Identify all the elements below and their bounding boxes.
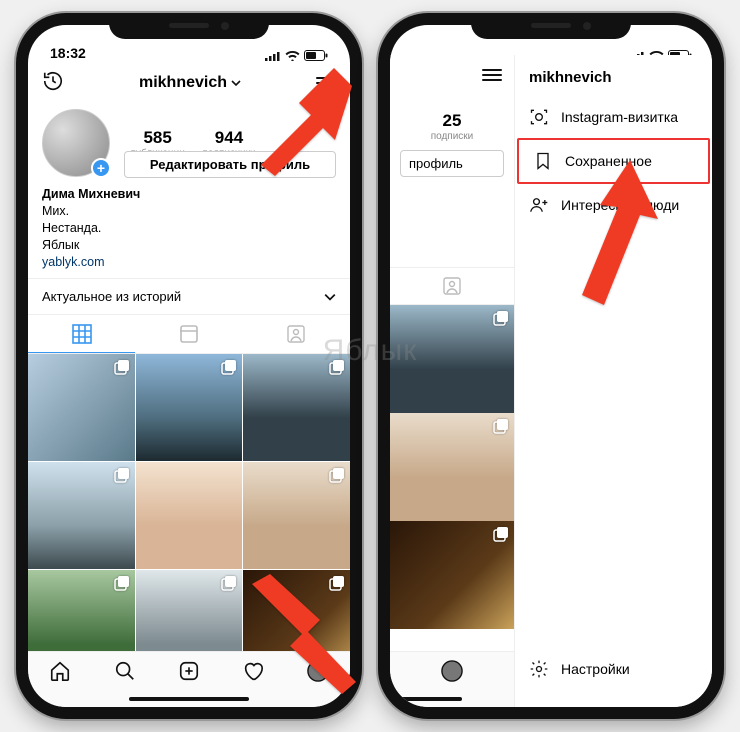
stat-num: 25 xyxy=(390,111,514,131)
feed-icon xyxy=(180,325,198,343)
bio-line1: Мих. xyxy=(42,203,336,220)
nav-search[interactable] xyxy=(114,660,136,687)
tab-grid[interactable] xyxy=(28,315,135,353)
profile-bio: Дима Михневич Мих. Нестанда. Яблык yably… xyxy=(28,184,350,278)
profile-tabs xyxy=(28,314,350,354)
menu-label: Настройки xyxy=(561,661,630,677)
menu-button[interactable] xyxy=(482,66,502,84)
menu-label: Instagram-визитка xyxy=(561,109,678,125)
carousel-icon xyxy=(329,359,345,375)
annotation-arrow xyxy=(232,568,362,698)
annotation-arrow xyxy=(570,155,700,315)
carousel-icon xyxy=(221,359,237,375)
notch xyxy=(471,13,631,39)
tab-tagged[interactable] xyxy=(390,267,514,305)
carousel-icon xyxy=(329,467,345,483)
home-indicator xyxy=(392,697,462,701)
post-thumbnail[interactable] xyxy=(243,462,350,569)
side-menu: mikhnevich Instagram-визитка Сохраненное… xyxy=(514,55,712,707)
nav-home[interactable] xyxy=(49,660,71,687)
carousel-icon xyxy=(493,526,509,542)
bio-line3: Яблык xyxy=(42,237,336,254)
carousel-icon xyxy=(114,575,130,591)
stat-posts-num: 585 xyxy=(122,128,193,148)
tab-feed[interactable] xyxy=(135,315,242,353)
home-indicator xyxy=(129,697,249,701)
post-thumbnail[interactable] xyxy=(136,462,243,569)
carousel-icon xyxy=(493,310,509,326)
search-icon xyxy=(114,660,136,682)
post-thumbnail[interactable] xyxy=(390,521,514,629)
status-time: 18:32 xyxy=(50,45,86,61)
stat-label: подписки xyxy=(390,131,514,142)
nav-profile[interactable] xyxy=(441,660,463,687)
gear-icon xyxy=(529,659,549,679)
tab-tagged[interactable] xyxy=(243,315,350,353)
post-thumbnail[interactable] xyxy=(390,305,514,413)
post-thumbnail[interactable] xyxy=(28,462,135,569)
story-highlights-toggle[interactable]: Актуальное из историй xyxy=(28,278,350,314)
bio-link[interactable]: yablyk.com xyxy=(42,254,336,271)
nametag-icon xyxy=(529,107,549,127)
annotation-arrow xyxy=(239,58,359,178)
tagged-icon xyxy=(287,325,305,343)
add-story-icon[interactable]: + xyxy=(91,158,111,178)
bottom-nav xyxy=(390,651,514,707)
post-thumbnail[interactable] xyxy=(136,354,243,461)
carousel-icon xyxy=(493,418,509,434)
username-dropdown[interactable]: mikhnevich xyxy=(139,74,241,92)
avatar[interactable]: + xyxy=(42,109,110,177)
carousel-icon xyxy=(114,359,130,375)
profile-partial: 25 подписки профиль xyxy=(390,55,514,651)
grid-icon xyxy=(72,324,92,344)
carousel-icon xyxy=(114,467,130,483)
nav-add[interactable] xyxy=(178,660,200,687)
archive-icon[interactable] xyxy=(42,70,64,97)
bio-name: Дима Михневич xyxy=(42,186,336,203)
bookmark-icon xyxy=(533,151,553,171)
tagged-icon xyxy=(443,277,461,295)
post-thumbnail[interactable] xyxy=(28,354,135,461)
username-text: mikhnevich xyxy=(139,74,227,92)
home-icon xyxy=(49,660,71,682)
post-thumbnail[interactable] xyxy=(390,413,514,521)
profile-avatar-icon xyxy=(441,660,463,682)
add-icon xyxy=(178,660,200,682)
phone-right: 25 подписки профиль mikhnevich Instagram… xyxy=(378,13,724,719)
notch xyxy=(109,13,269,39)
side-menu-title: mikhnevich xyxy=(515,55,712,96)
menu-item-nametag[interactable]: Instagram-визитка xyxy=(515,96,712,138)
discover-people-icon xyxy=(529,195,549,215)
edit-profile-button-fragment[interactable]: профиль xyxy=(400,150,504,177)
bio-line2: Нестанда. xyxy=(42,220,336,237)
screen-right: 25 подписки профиль mikhnevich Instagram… xyxy=(390,25,712,707)
highlights-label: Актуальное из историй xyxy=(42,289,181,304)
menu-item-settings[interactable]: Настройки xyxy=(515,647,712,691)
stat-following[interactable]: 25 подписки xyxy=(390,95,514,146)
chevron-down-icon xyxy=(324,291,336,303)
post-thumbnail[interactable] xyxy=(243,354,350,461)
